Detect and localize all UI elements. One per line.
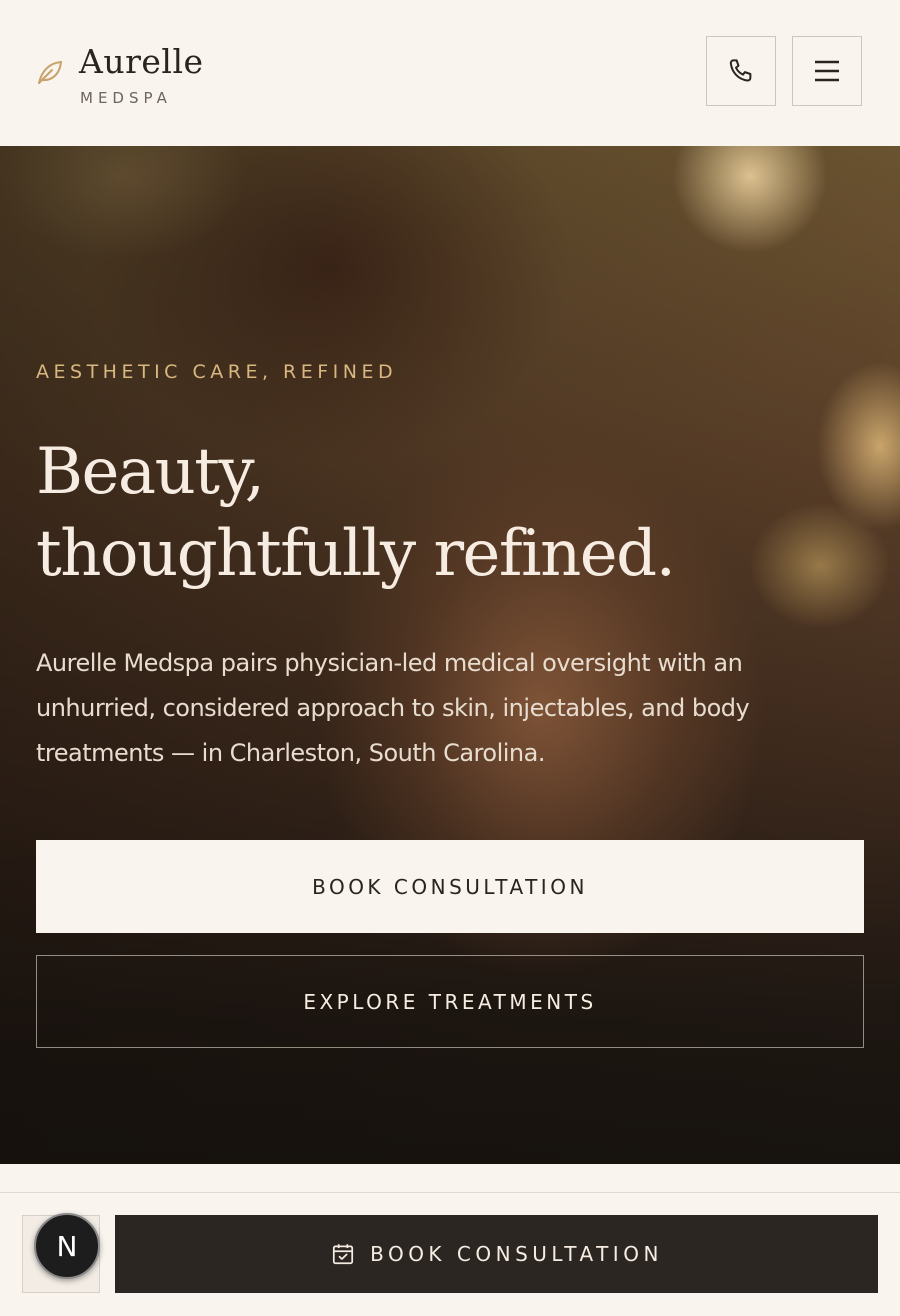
hero-description: Aurelle Medspa pairs physician-led medic… [36, 649, 750, 767]
book-consultation-button[interactable]: BOOK CONSULTATION [36, 840, 864, 933]
site-header: Aurelle MEDSPA [0, 0, 900, 146]
brand-subtitle: MEDSPA [80, 89, 172, 107]
sticky-book-consultation-button[interactable]: BOOK CONSULTATION [115, 1215, 878, 1293]
phone-icon [729, 59, 752, 82]
hero-section: AESTHETIC CARE, REFINED Beauty, thoughtf… [0, 146, 900, 1164]
menu-button[interactable] [792, 36, 862, 106]
hamburger-menu-icon [815, 60, 839, 82]
n-badge-button[interactable]: N [34, 1213, 100, 1279]
explore-treatments-button[interactable]: EXPLORE TREATMENTS [36, 955, 864, 1048]
phone-button[interactable] [706, 36, 776, 106]
hero-headline: Beauty, thoughtfully refined. [36, 431, 856, 595]
sticky-book-consultation-label: BOOK CONSULTATION [370, 1242, 663, 1266]
hero-headline-line-1: Beauty, [36, 435, 265, 509]
hero-eyebrow: AESTHETIC CARE, REFINED [36, 361, 398, 383]
calendar-check-icon [333, 1244, 354, 1265]
brand-name[interactable]: Aurelle [79, 40, 204, 84]
leaf-icon [38, 60, 63, 84]
hero-headline-line-2: thoughtfully refined. [36, 517, 676, 591]
